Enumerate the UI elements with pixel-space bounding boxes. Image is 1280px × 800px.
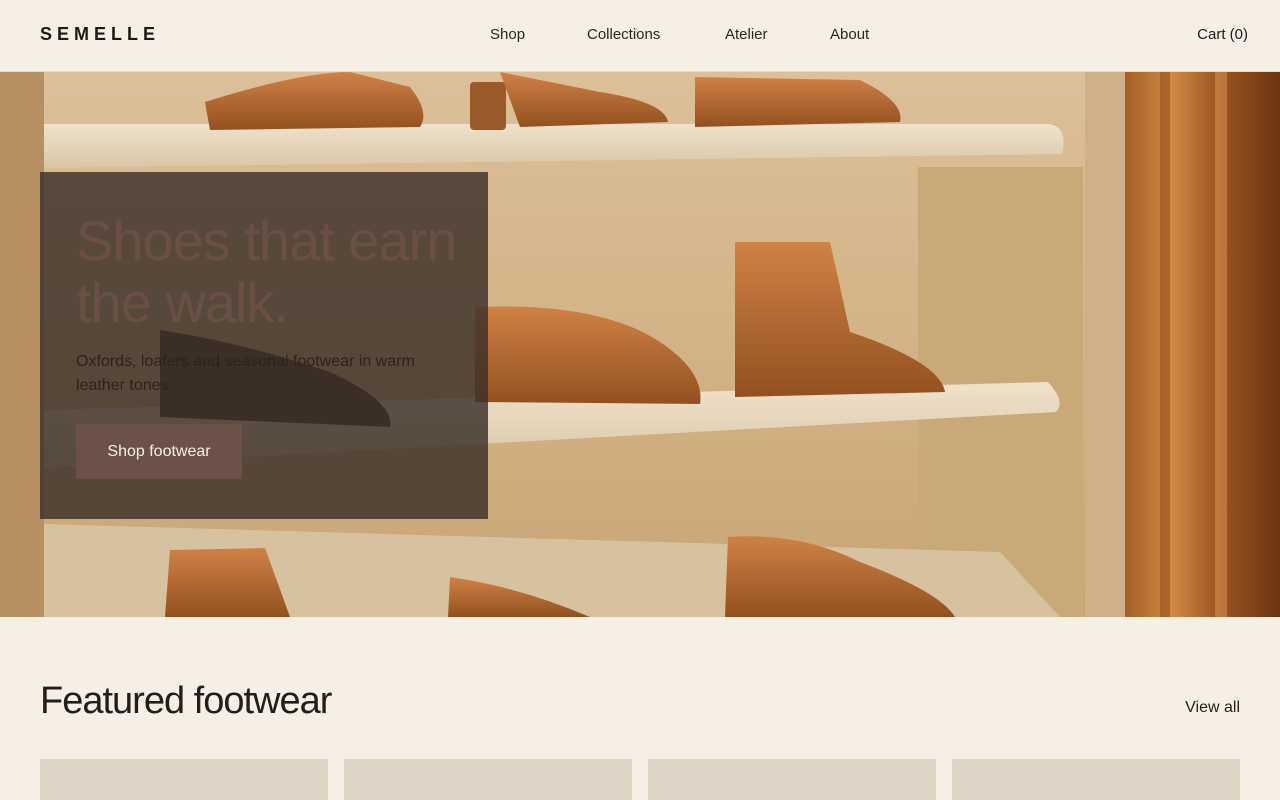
view-all-link[interactable]: View all <box>1185 699 1240 717</box>
hero-subtitle: Oxfords, loafers and seasonal footwear i… <box>76 353 415 394</box>
product-card[interactable] <box>648 759 936 800</box>
product-card[interactable] <box>952 759 1240 800</box>
nav-atelier[interactable]: Atelier <box>725 26 768 43</box>
featured-product-grid <box>40 759 1240 800</box>
hero-panel: Shoes that earn the walk. Oxfords, loafe… <box>40 172 488 519</box>
cart-link[interactable]: Cart (0) <box>1197 26 1248 43</box>
product-card[interactable] <box>40 759 328 800</box>
nav-collections[interactable]: Collections <box>587 26 660 43</box>
nav-shop[interactable]: Shop <box>490 26 525 43</box>
featured-title: Featured footwear <box>40 680 332 722</box>
site-header: SEMELLE Shop Collections Atelier About C… <box>0 0 1280 72</box>
hero-section: Shoes that earn the walk. Oxfords, loafe… <box>0 72 1280 617</box>
product-card[interactable] <box>344 759 632 800</box>
hero-title: Shoes that earn the walk. <box>76 209 457 334</box>
shop-footwear-button[interactable]: Shop footwear <box>76 424 242 479</box>
main-nav: Shop Collections Atelier About <box>0 26 1280 46</box>
nav-about[interactable]: About <box>830 26 869 43</box>
